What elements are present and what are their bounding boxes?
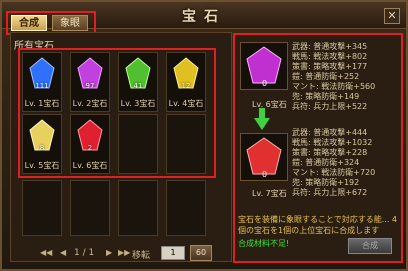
gem-name: Lv. 5宝石 bbox=[24, 161, 60, 170]
source-gem-count: 0 bbox=[262, 79, 268, 88]
result-gem-name: Lv. 7宝石 bbox=[252, 189, 287, 198]
move-confirm-button[interactable]: 60 bbox=[190, 245, 212, 261]
insufficient-materials-note: 合成材料不足! bbox=[238, 239, 290, 248]
gem-name: Lv. 1宝石 bbox=[24, 99, 60, 108]
stat-line: 戦馬: 戦法攻撃+1032 bbox=[292, 138, 373, 147]
page-indicator: 1 / 1 bbox=[74, 248, 95, 258]
result-gem-stats: 武器: 普通攻撃+444 戦馬: 戦法攻撃+1032 策書: 策略攻撃+228 … bbox=[292, 128, 375, 198]
source-gem-name: Lv. 6宝石 bbox=[252, 100, 287, 109]
gem-name: Lv. 6宝石 bbox=[72, 161, 108, 170]
gem-count: 41 bbox=[133, 82, 143, 90]
gem-slot-lv6[interactable]: 2 Lv. 6宝石 bbox=[70, 114, 110, 174]
tab-synthesis[interactable]: 合成 bbox=[11, 15, 47, 31]
move-quantity-input[interactable]: 1 bbox=[161, 246, 185, 260]
stat-line: マント: 戦法防衛+560 bbox=[292, 82, 376, 91]
empty-slot[interactable] bbox=[118, 180, 158, 236]
gem-count: 2 bbox=[87, 144, 93, 152]
empty-slot[interactable] bbox=[118, 114, 158, 174]
down-arrow-icon bbox=[254, 118, 270, 130]
gem-window: 宝石 合成 象眼 ✕ 所有宝石 111 Lv. 1宝石 97 Lv. 2宝石 4… bbox=[0, 0, 408, 271]
stat-line: 武器: 普通攻撃+345 bbox=[292, 42, 368, 51]
source-gem-stats: 武器: 普通攻撃+345 戦馬: 戦法攻撃+802 策書: 策略攻撃+177 鎧… bbox=[292, 42, 375, 112]
stat-line: 兜: 策略防衛+192 bbox=[292, 178, 360, 187]
prev-page-button[interactable]: ◀ bbox=[60, 248, 66, 257]
gem-count: 8 bbox=[39, 144, 45, 152]
stat-line: 兵符: 兵力上限+672 bbox=[292, 188, 368, 197]
gem-name: Lv. 2宝石 bbox=[72, 99, 108, 108]
tab-inlay[interactable]: 象眼 bbox=[52, 15, 88, 31]
empty-slot[interactable] bbox=[166, 180, 206, 236]
gem-count: 97 bbox=[85, 82, 95, 90]
gem-slot-lv1[interactable]: 111 Lv. 1宝石 bbox=[22, 52, 62, 112]
move-label: 移転 bbox=[132, 251, 151, 261]
close-icon[interactable]: ✕ bbox=[384, 8, 400, 24]
next-page-button[interactable]: ▶ bbox=[106, 248, 112, 257]
gem-name: Lv. 3宝石 bbox=[120, 99, 156, 108]
gem-name: Lv. 4宝石 bbox=[168, 99, 204, 108]
gem-slot-lv4[interactable]: 12 Lv. 4宝石 bbox=[166, 52, 206, 112]
stat-line: 武器: 普通攻撃+444 bbox=[292, 128, 368, 137]
stat-line: 策書: 策略攻撃+177 bbox=[292, 62, 368, 71]
stat-line: 策書: 策略攻撃+228 bbox=[292, 148, 368, 157]
gem-count: 12 bbox=[181, 82, 191, 90]
gem-slot-lv5[interactable]: 8 Lv. 5宝石 bbox=[22, 114, 62, 174]
result-gem-count: 0 bbox=[262, 170, 268, 179]
gem-count: 111 bbox=[35, 82, 49, 90]
stat-line: 戦馬: 戦法攻撃+802 bbox=[292, 52, 368, 61]
empty-slot[interactable] bbox=[22, 180, 62, 236]
empty-slot[interactable] bbox=[166, 114, 206, 174]
empty-slot[interactable] bbox=[70, 180, 110, 236]
synthesize-button[interactable]: 合成 bbox=[348, 238, 392, 254]
synthesis-description: 宝石を装備に象眼することで対応する能... 4個の宝石を1個の上位宝石に合成しま… bbox=[238, 215, 398, 235]
stat-line: 兜: 策略防衛+149 bbox=[292, 92, 360, 101]
last-page-button[interactable]: ▶▶ bbox=[118, 248, 130, 257]
stat-line: マント: 戦法防衛+720 bbox=[292, 168, 376, 177]
stat-line: 鎧: 普通防衛+252 bbox=[292, 72, 360, 81]
gem-slot-lv3[interactable]: 41 Lv. 3宝石 bbox=[118, 52, 158, 112]
stat-line: 鎧: 普通防衛+324 bbox=[292, 158, 360, 167]
gem-slot-lv2[interactable]: 97 Lv. 2宝石 bbox=[70, 52, 110, 112]
first-page-button[interactable]: ◀◀ bbox=[40, 248, 52, 257]
stat-line: 兵符: 兵力上限+522 bbox=[292, 102, 368, 111]
